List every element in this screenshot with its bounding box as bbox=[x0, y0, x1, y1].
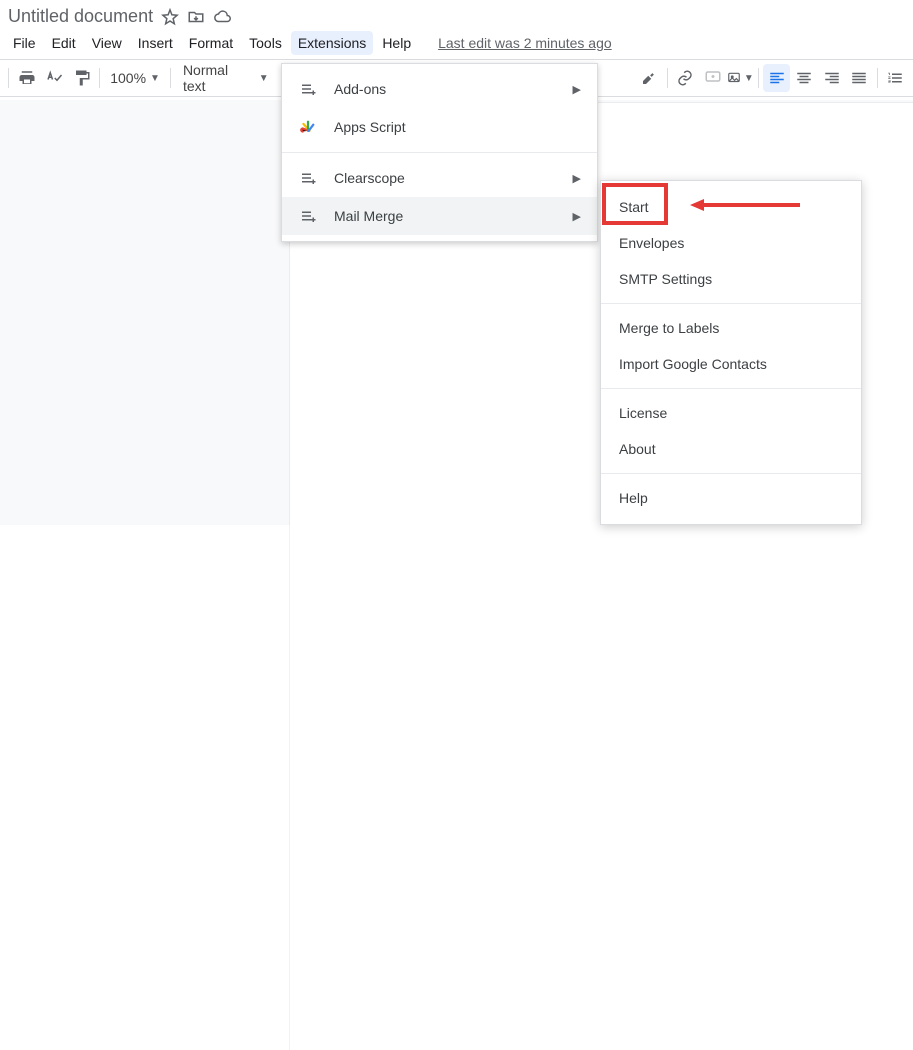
menu-help[interactable]: Help bbox=[375, 31, 418, 55]
menu-label: Clearscope bbox=[334, 170, 557, 186]
menu-separator bbox=[282, 152, 597, 153]
chevron-down-icon: ▼ bbox=[259, 73, 269, 84]
menu-item-apps-script[interactable]: Apps Script bbox=[282, 108, 597, 146]
chevron-right-icon: ▶ bbox=[573, 210, 581, 223]
menu-edit[interactable]: Edit bbox=[45, 31, 83, 55]
submenu-item-about[interactable]: About bbox=[601, 431, 861, 467]
menu-separator bbox=[601, 388, 861, 389]
chevron-down-icon: ▼ bbox=[744, 73, 754, 84]
insert-comment-button[interactable] bbox=[699, 64, 726, 92]
insert-link-button[interactable] bbox=[672, 64, 699, 92]
menu-format[interactable]: Format bbox=[182, 31, 240, 55]
paint-format-button[interactable] bbox=[68, 64, 95, 92]
menu-label: Mail Merge bbox=[334, 208, 557, 224]
apps-script-icon bbox=[298, 117, 318, 137]
submenu-item-merge-labels[interactable]: Merge to Labels bbox=[601, 310, 861, 346]
extension-icon bbox=[298, 206, 318, 226]
numbered-list-button[interactable] bbox=[882, 64, 909, 92]
insert-image-button[interactable]: ▼ bbox=[727, 64, 754, 92]
menubar: File Edit View Insert Format Tools Exten… bbox=[0, 27, 913, 59]
extension-icon bbox=[298, 168, 318, 188]
chevron-down-icon: ▼ bbox=[150, 73, 160, 84]
star-icon[interactable] bbox=[161, 8, 179, 26]
submenu-item-start[interactable]: Start bbox=[601, 189, 861, 225]
menu-extensions[interactable]: Extensions bbox=[291, 31, 373, 55]
align-left-button[interactable] bbox=[763, 64, 790, 92]
zoom-value: 100% bbox=[110, 70, 146, 86]
menu-item-addons[interactable]: Add-ons ▶ bbox=[282, 70, 597, 108]
align-center-button[interactable] bbox=[790, 64, 817, 92]
menu-separator bbox=[601, 473, 861, 474]
chevron-right-icon: ▶ bbox=[573, 83, 581, 96]
addons-icon bbox=[298, 79, 318, 99]
menu-tools[interactable]: Tools bbox=[242, 31, 289, 55]
menu-separator bbox=[601, 303, 861, 304]
menu-label: Apps Script bbox=[334, 119, 581, 135]
extensions-dropdown: Add-ons ▶ Apps Script Clearscope ▶ Mail … bbox=[281, 63, 598, 242]
paragraph-style-select[interactable]: Normal text ▼ bbox=[175, 62, 277, 94]
titlebar: Untitled document bbox=[0, 0, 913, 27]
zoom-select[interactable]: 100% ▼ bbox=[104, 70, 166, 86]
align-justify-button[interactable] bbox=[845, 64, 872, 92]
mail-merge-submenu: Start Envelopes SMTP Settings Merge to L… bbox=[600, 180, 862, 525]
menu-item-mail-merge[interactable]: Mail Merge ▶ bbox=[282, 197, 597, 235]
cloud-status-icon[interactable] bbox=[213, 8, 231, 26]
menu-file[interactable]: File bbox=[6, 31, 43, 55]
submenu-item-import-contacts[interactable]: Import Google Contacts bbox=[601, 346, 861, 382]
menu-label: Add-ons bbox=[334, 81, 557, 97]
chevron-right-icon: ▶ bbox=[573, 172, 581, 185]
submenu-item-help[interactable]: Help bbox=[601, 480, 861, 516]
align-right-button[interactable] bbox=[818, 64, 845, 92]
highlight-color-button[interactable] bbox=[635, 64, 662, 92]
submenu-item-smtp[interactable]: SMTP Settings bbox=[601, 261, 861, 297]
document-title[interactable]: Untitled document bbox=[8, 6, 153, 27]
submenu-item-license[interactable]: License bbox=[601, 395, 861, 431]
last-edit-link[interactable]: Last edit was 2 minutes ago bbox=[438, 35, 612, 51]
menu-item-clearscope[interactable]: Clearscope ▶ bbox=[282, 159, 597, 197]
move-icon[interactable] bbox=[187, 8, 205, 26]
menu-view[interactable]: View bbox=[85, 31, 129, 55]
menu-insert[interactable]: Insert bbox=[131, 31, 180, 55]
submenu-item-envelopes[interactable]: Envelopes bbox=[601, 225, 861, 261]
spellcheck-button[interactable] bbox=[40, 64, 67, 92]
print-button[interactable] bbox=[13, 64, 40, 92]
style-name: Normal text bbox=[183, 62, 253, 94]
